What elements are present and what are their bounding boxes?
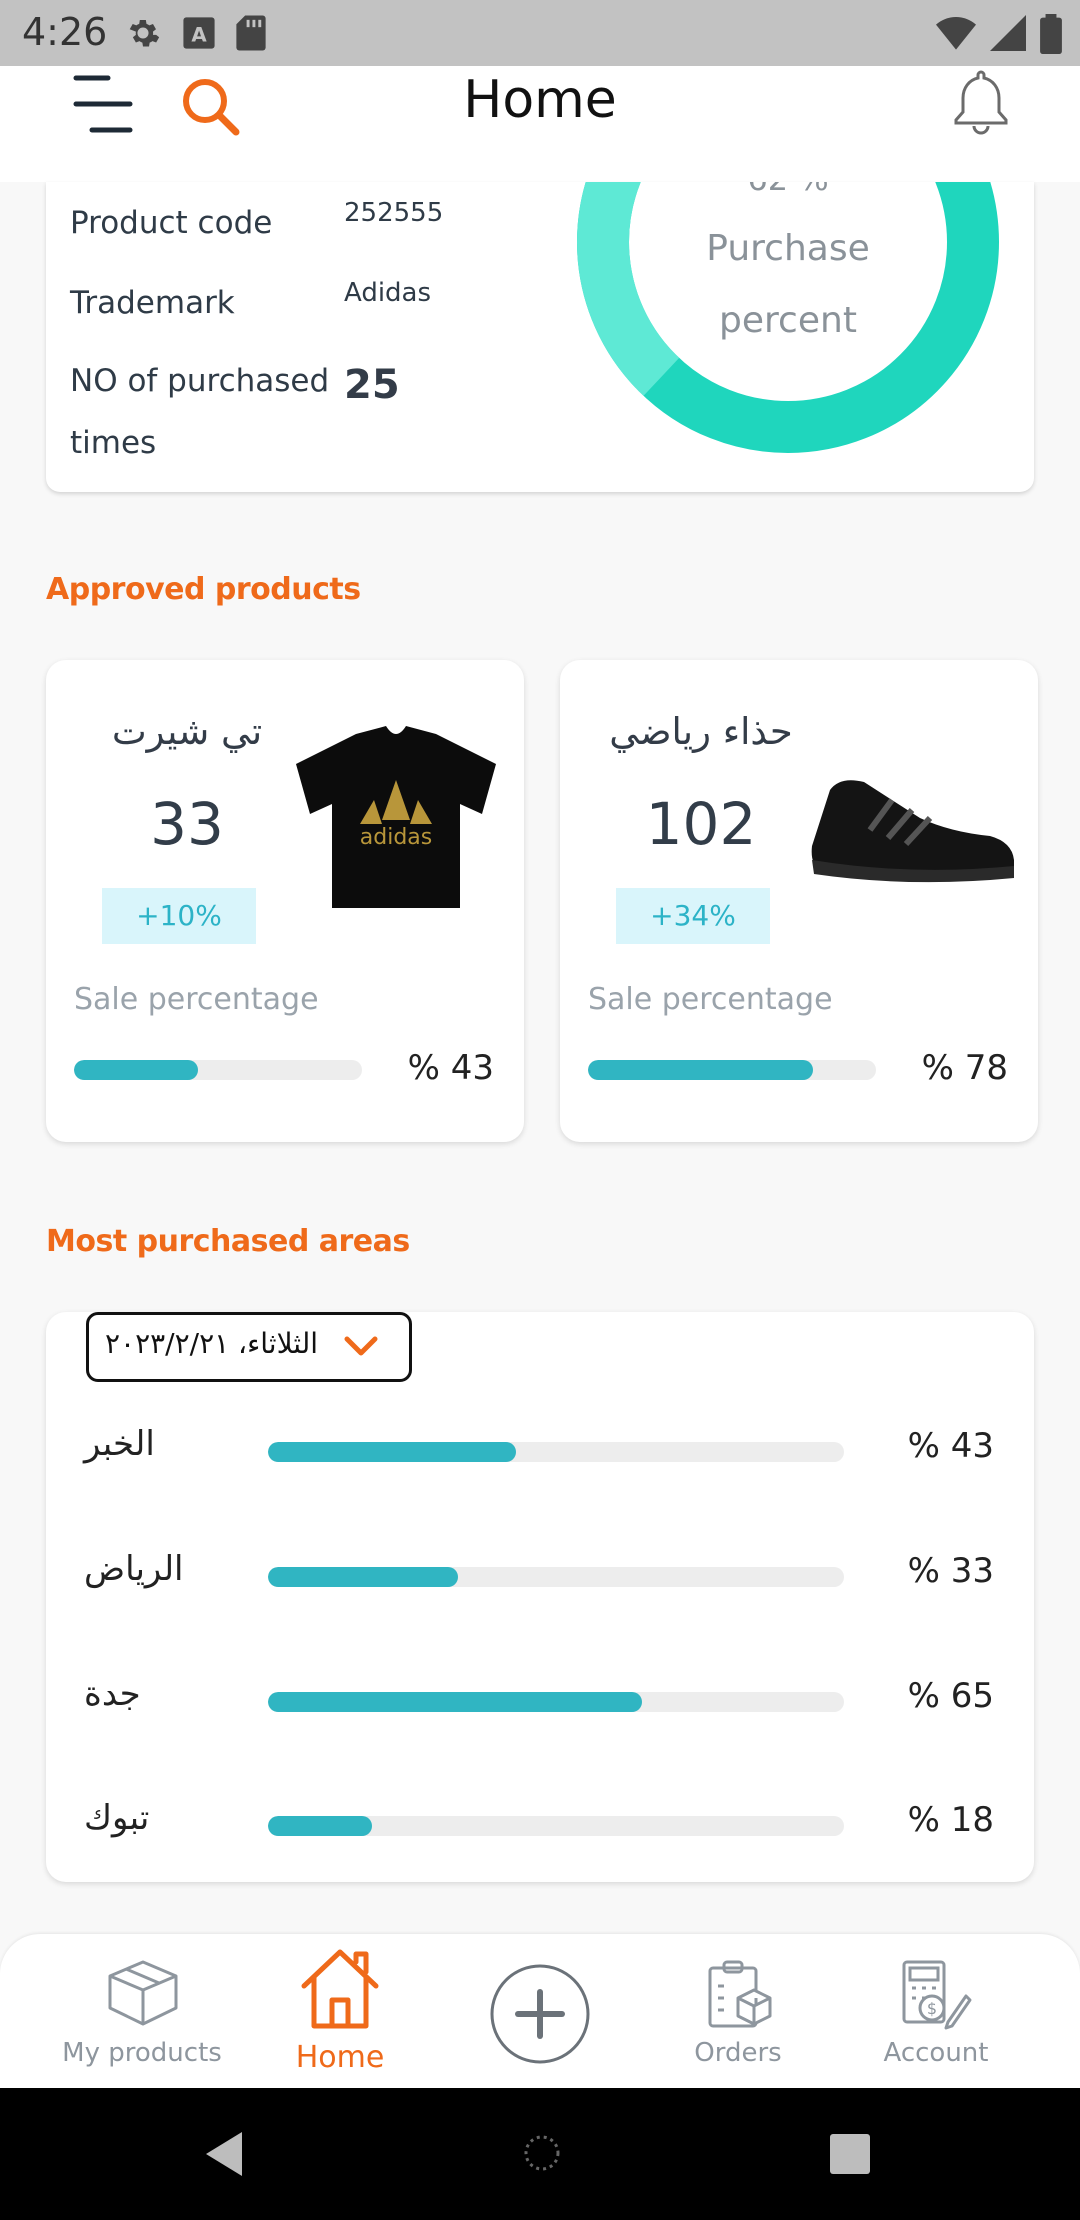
approved-products-title: Approved products [46, 572, 361, 607]
product-count: 33 [150, 790, 224, 858]
area-progress-bar [268, 1692, 844, 1712]
settings-icon [129, 20, 160, 47]
area-name: جدة [84, 1674, 141, 1714]
system-nav-bar [0, 2088, 1080, 2220]
product-name: حذاء رياضي [609, 710, 793, 753]
donut-label-line2: percent [719, 300, 857, 341]
nav-label: My products [62, 2038, 222, 2068]
donut-percent-label: 62 % [626, 182, 950, 198]
sale-percentage-label: Sale percentage [74, 982, 319, 1017]
status-bar: 4:26 A [0, 0, 1080, 66]
svg-text:$: $ [927, 1999, 937, 2018]
area-percent: % 18 [907, 1800, 994, 1840]
area-name: الرياض [84, 1549, 184, 1589]
area-progress-fill [268, 1816, 372, 1836]
app-bar: Home [0, 66, 1080, 182]
home-icon [301, 1949, 379, 2029]
area-progress-fill [268, 1442, 516, 1462]
chevron-down-icon [344, 1336, 378, 1356]
area-row: جدة % 65 [46, 1672, 1034, 1732]
tshirt-image: adidas [296, 726, 496, 908]
account-icon: $ [902, 1960, 972, 2030]
area-progress-fill [268, 1567, 459, 1587]
add-icon [490, 1964, 590, 2064]
product-count: 102 [645, 790, 757, 858]
nav-orders[interactable]: Orders [638, 1934, 838, 2088]
area-progress-bar [268, 1816, 844, 1836]
back-icon[interactable] [204, 2130, 244, 2178]
donut-label-line1: Purchase [706, 228, 870, 269]
product-code-value: 252555 [344, 198, 444, 228]
home-gesture-icon[interactable] [512, 2128, 572, 2178]
recents-icon[interactable] [828, 2132, 872, 2176]
sneaker-image [811, 780, 1014, 883]
areas-title: Most purchased areas [46, 1224, 410, 1259]
sale-progress-fill [588, 1060, 813, 1080]
sale-progress-fill [74, 1060, 198, 1080]
signal-icon [990, 15, 1026, 51]
product-info-card: Product code 252555 Trademark Adidas NO … [46, 182, 1034, 492]
area-row: الرياض % 33 [46, 1547, 1034, 1607]
purchased-times-label-2: times [70, 425, 157, 461]
trademark-label: Trademark [70, 285, 235, 321]
nav-label: Orders [694, 2038, 782, 2068]
approved-product-card[interactable]: حذاء رياضي 102 +34% Sale percentage % 78 [560, 660, 1038, 1142]
nav-label: Home [295, 2040, 385, 2075]
orders-icon [708, 1960, 772, 2028]
area-row: الخبر % 43 [46, 1422, 1034, 1482]
bottom-nav: My products Home Orders $ Account [0, 1934, 1080, 2088]
wifi-icon [936, 17, 976, 50]
date-dropdown[interactable]: الثلاثاء، ٢٠٢٣/٢/٢١ [86, 1312, 412, 1382]
purchased-times-value: 25 [344, 362, 400, 408]
area-name: تبوك [84, 1798, 150, 1838]
svg-text:adidas: adidas [360, 825, 432, 850]
sale-percent-value: % 78 [921, 1048, 1008, 1088]
sale-percent-value: % 43 [407, 1048, 494, 1088]
date-value: الثلاثاء، ٢٠٢٣/٢/٢١ [105, 1327, 319, 1360]
area-percent: % 43 [907, 1426, 994, 1466]
area-percent: % 33 [907, 1551, 994, 1591]
change-badge: +34% [616, 888, 770, 944]
a-badge-icon: A [183, 17, 215, 49]
area-name: الخبر [84, 1424, 155, 1464]
area-percent: % 65 [907, 1676, 994, 1716]
area-progress-fill [268, 1692, 643, 1712]
donut-light-segment [577, 182, 680, 396]
sale-percentage-label: Sale percentage [588, 982, 833, 1017]
sd-card-icon [236, 15, 266, 51]
trademark-value: Adidas [344, 278, 432, 308]
approved-product-card[interactable]: تي شيرت 33 +10% adidas Sale percentage %… [46, 660, 524, 1142]
nav-label: Account [883, 2038, 989, 2068]
box-icon [108, 1960, 178, 2026]
sale-progress-bar [74, 1060, 362, 1080]
svg-text:A: A [191, 24, 207, 47]
area-row: تبوك % 18 [46, 1796, 1034, 1856]
battery-icon [1040, 14, 1062, 54]
area-progress-bar [268, 1567, 844, 1587]
nav-home[interactable]: Home [240, 1934, 440, 2088]
areas-card: الثلاثاء، ٢٠٢٣/٢/٢١ الخبر % 43 الرياض % … [46, 1312, 1034, 1882]
page-title: Home [463, 70, 617, 130]
purchased-times-label: NO of purchased [70, 363, 330, 399]
status-time: 4:26 [22, 10, 108, 54]
product-code-label: Product code [70, 205, 273, 241]
nav-account[interactable]: $ Account [836, 1934, 1036, 2088]
product-name: تي شيرت [111, 710, 263, 753]
bell-icon[interactable] [948, 66, 1014, 138]
sale-progress-bar [588, 1060, 876, 1080]
nav-my-products[interactable]: My products [42, 1934, 242, 2088]
change-badge: +10% [102, 888, 256, 944]
area-progress-bar [268, 1442, 844, 1462]
nav-add[interactable] [440, 1934, 640, 2088]
